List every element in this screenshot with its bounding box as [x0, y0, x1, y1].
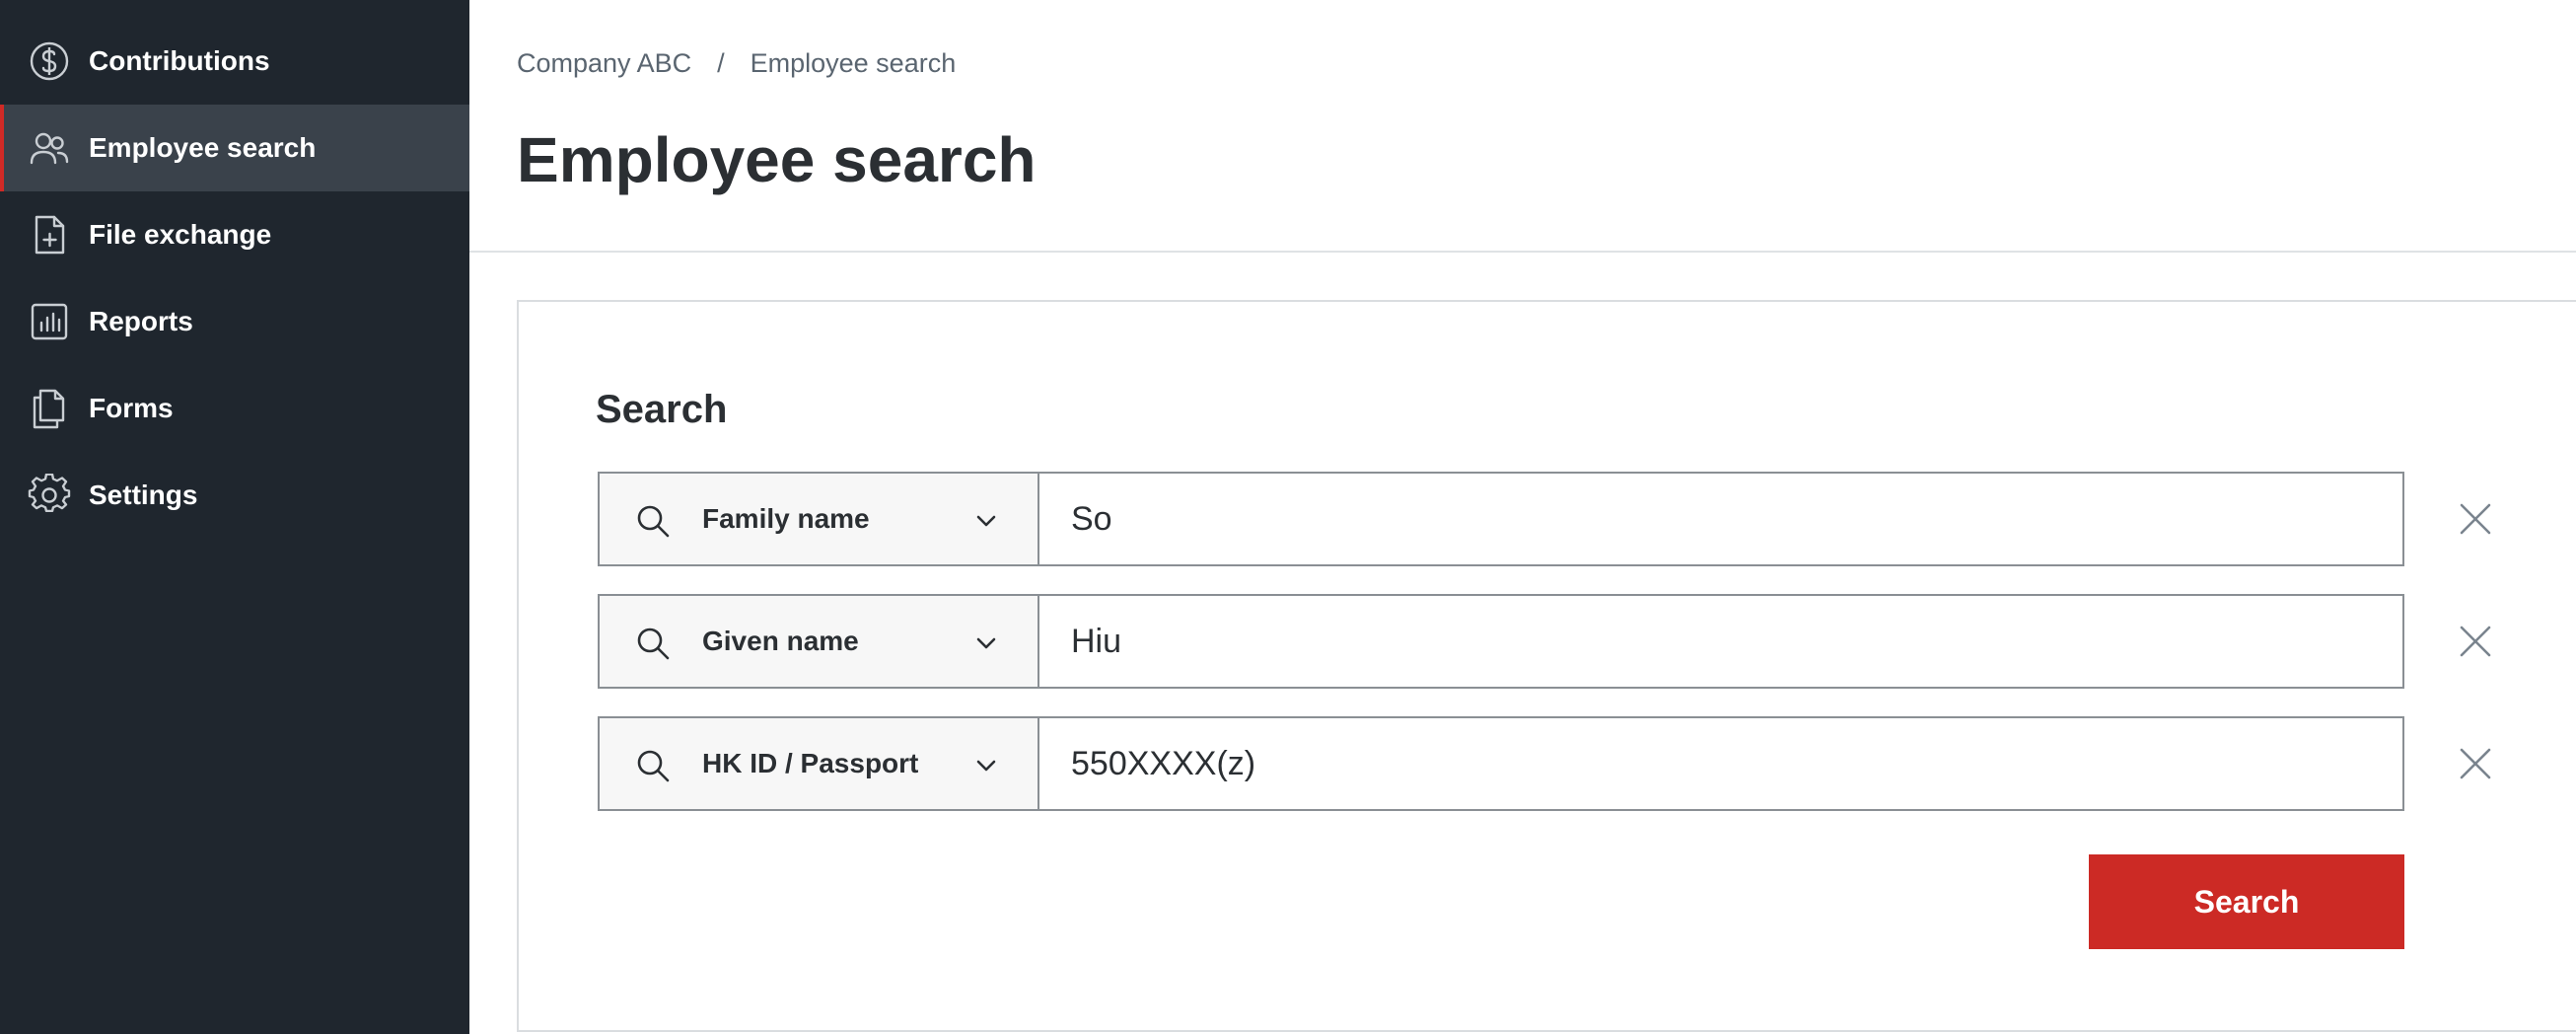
bar-chart-icon — [31, 303, 68, 340]
search-icon — [637, 750, 670, 782]
search-button[interactable]: Search — [2089, 854, 2404, 949]
chevron-down-icon — [976, 637, 996, 649]
header-divider — [469, 251, 2576, 253]
search-row-given-name: Given name — [598, 594, 2404, 689]
field-selector-dropdown[interactable]: Given name — [598, 594, 1039, 689]
search-row-hkid-passport: HK ID / Passport — [598, 716, 2404, 811]
sidebar-item-file-exchange[interactable]: File exchange — [0, 191, 469, 278]
field-selector-label: HK ID / Passport — [702, 748, 919, 778]
sidebar-item-settings[interactable]: Settings — [0, 452, 469, 539]
hkid-passport-input[interactable] — [1038, 716, 2404, 811]
search-icon — [637, 628, 670, 660]
chevron-down-icon — [976, 760, 996, 772]
clear-icon[interactable] — [2456, 499, 2495, 539]
clear-icon[interactable] — [2456, 744, 2495, 783]
search-icon — [637, 505, 670, 538]
search-row-family-name: Family name — [598, 472, 2404, 566]
gear-icon — [28, 474, 71, 513]
users-icon — [30, 132, 69, 165]
chevron-down-icon — [976, 515, 996, 527]
breadcrumb-link-company[interactable]: Company ABC — [517, 48, 691, 79]
breadcrumb-separator: / — [717, 47, 725, 78]
field-selector-dropdown[interactable]: Family name — [598, 472, 1039, 566]
page-title: Employee search — [517, 124, 1037, 195]
sidebar-item-employee-search[interactable]: Employee search — [0, 105, 469, 191]
sidebar-item-label: Reports — [89, 306, 193, 336]
field-selector-label: Given name — [702, 626, 859, 656]
file-plus-icon — [35, 215, 65, 255]
clear-icon[interactable] — [2456, 622, 2495, 661]
dollar-circle-icon — [30, 41, 69, 81]
sidebar-item-forms[interactable]: Forms — [0, 365, 469, 452]
breadcrumb-current: Employee search — [750, 47, 957, 78]
sidebar-item-label: Settings — [89, 480, 198, 510]
documents-icon — [33, 389, 65, 429]
sidebar-item-label: File exchange — [89, 219, 272, 250]
sidebar: Contributions Employee search File excha… — [0, 0, 469, 1034]
sidebar-item-label: Employee search — [89, 132, 317, 163]
sidebar-item-reports[interactable]: Reports — [0, 278, 469, 365]
sidebar-item-label: Contributions — [89, 45, 270, 76]
field-selector-label: Family name — [702, 503, 870, 534]
field-selector-dropdown[interactable]: HK ID / Passport — [598, 716, 1039, 811]
breadcrumb: Company ABC / Employee search — [517, 43, 956, 83]
sidebar-item-label: Forms — [89, 393, 174, 423]
sidebar-item-contributions[interactable]: Contributions — [0, 18, 469, 105]
given-name-input[interactable] — [1038, 594, 2404, 689]
search-title: Search — [596, 388, 728, 431]
family-name-input[interactable] — [1038, 472, 2404, 566]
